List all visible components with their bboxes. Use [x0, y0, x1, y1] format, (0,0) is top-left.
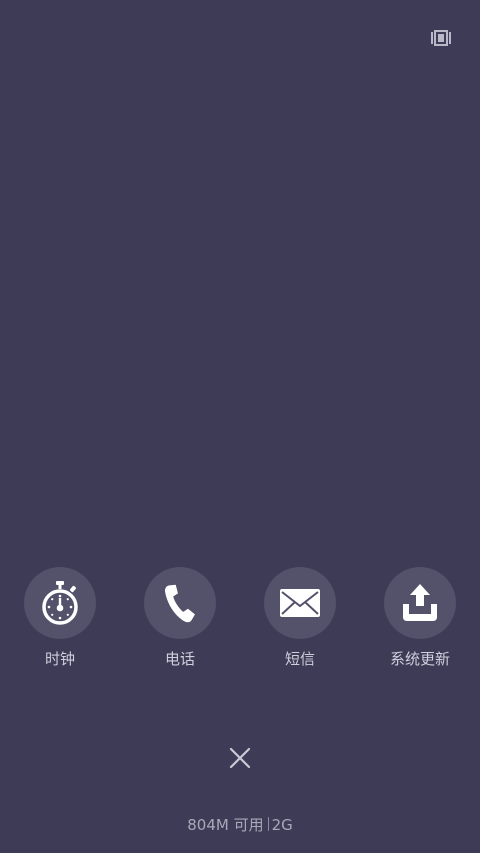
memory-available: 804M 可用	[187, 816, 264, 834]
app-messages[interactable]: 短信	[240, 567, 360, 677]
app-clock[interactable]: 时钟	[0, 567, 120, 677]
close-all-button[interactable]	[224, 742, 256, 774]
app-system-update-icon-circle	[384, 567, 456, 639]
close-icon	[229, 747, 251, 769]
memory-status: 804M 可用 2G	[0, 814, 480, 836]
layout-toggle-icon[interactable]	[425, 24, 457, 52]
app-phone[interactable]: 电话	[120, 567, 240, 677]
app-system-update[interactable]: 系统更新	[360, 567, 480, 677]
recent-apps-row: 时钟 电话 短信 系统更新	[0, 567, 480, 677]
stopwatch-icon	[42, 581, 78, 625]
app-phone-icon-circle	[144, 567, 216, 639]
memory-separator	[267, 817, 269, 831]
app-system-update-label: 系统更新	[389, 650, 450, 668]
app-phone-label: 电话	[164, 650, 195, 668]
phone-icon	[164, 584, 195, 623]
upload-icon	[403, 584, 437, 621]
envelope-icon	[280, 589, 320, 617]
app-clock-icon-circle	[24, 567, 96, 639]
app-messages-icon-circle	[264, 567, 336, 639]
app-clock-label: 时钟	[44, 650, 75, 668]
app-messages-label: 短信	[284, 650, 315, 668]
memory-total: 2G	[271, 816, 293, 834]
